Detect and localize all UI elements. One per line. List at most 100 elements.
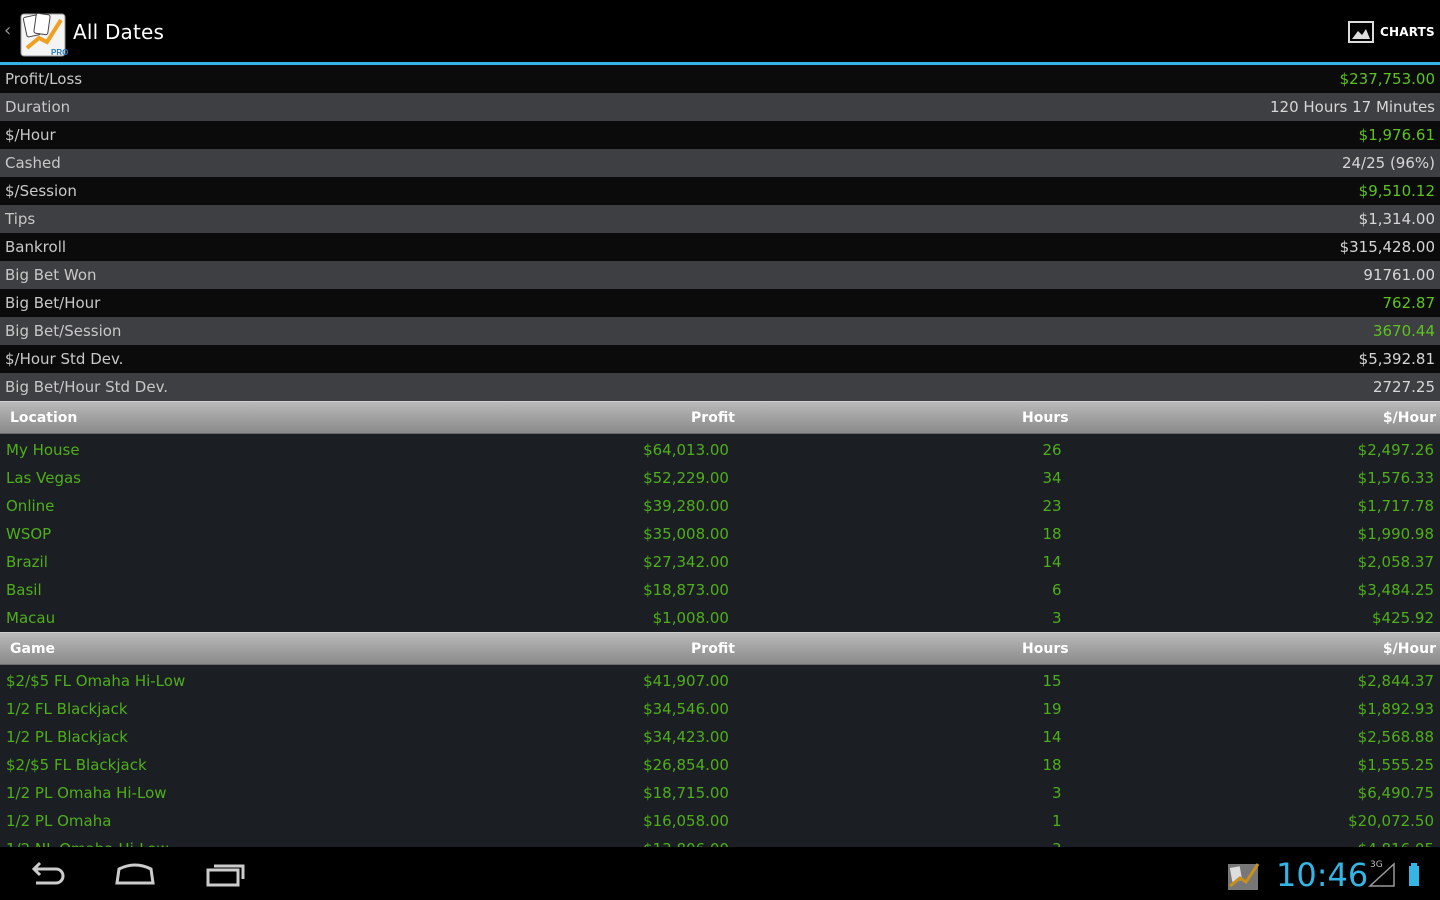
- game-table-header: Game Profit Hours $/Hour: [0, 632, 1440, 665]
- cell-hours: 1: [1052, 812, 1062, 830]
- table-row[interactable]: Online $39,280.00 23 $1,717.78: [0, 492, 1440, 520]
- table-row[interactable]: Basil $18,873.00 6 $3,484.25: [0, 576, 1440, 604]
- charts-button[interactable]: CHARTS: [1340, 10, 1440, 54]
- cell-dollar-per-hour: $3,484.25: [1357, 581, 1435, 599]
- table-row[interactable]: 1/2 NL Omaha Hi-Low$13,806.003$4,816.05: [0, 835, 1440, 847]
- stat-label: $/Hour Std Dev.: [5, 350, 124, 368]
- up-caret-icon[interactable]: ‹: [4, 22, 11, 40]
- page-title: All Dates: [73, 20, 165, 44]
- table-row[interactable]: 1/2 FL Blackjack $34,546.00 19 $1,892.93: [0, 695, 1440, 723]
- app-window: ‹ PRO All Dates CHARTS Profit/Loss $237,7…: [0, 0, 1440, 900]
- cell-name: Brazil: [6, 553, 48, 571]
- app-notification-icon[interactable]: [1226, 860, 1262, 892]
- cell-profit: $1,008.00: [652, 609, 729, 627]
- cell-dollar-per-hour: $2,568.88: [1357, 728, 1435, 746]
- app-logo-icon[interactable]: PRO: [17, 8, 69, 60]
- stat-row: Bankroll $315,428.00: [0, 233, 1440, 261]
- header-profit: Profit: [691, 409, 735, 426]
- stat-label: $/Hour: [5, 126, 56, 144]
- cell-hours: 14: [1042, 728, 1062, 746]
- cell-dollar-per-hour: $1,892.93: [1357, 700, 1435, 718]
- svg-text:PRO: PRO: [51, 48, 68, 57]
- cell-name: $2/$5 FL Blackjack: [6, 756, 147, 774]
- cell-hours: 19: [1042, 700, 1062, 718]
- cell-profit: $16,058.00: [643, 812, 729, 830]
- cell-profit: $52,229.00: [643, 469, 729, 487]
- stat-row: Profit/Loss $237,753.00: [0, 65, 1440, 93]
- stats-scroll-view[interactable]: Profit/Loss $237,753.00 Duration 120 Hours …: [0, 65, 1440, 847]
- recent-apps-icon[interactable]: [204, 859, 248, 889]
- stat-row: Tips $1,314.00: [0, 205, 1440, 233]
- picture-icon: [1348, 21, 1374, 43]
- location-table-header: Location Profit Hours $/Hour: [0, 401, 1440, 434]
- stat-label: $/Session: [5, 182, 77, 200]
- stat-row: Big Bet Won 91761.00: [0, 261, 1440, 289]
- action-bar: ‹ PRO All Dates CHARTS: [0, 0, 1440, 65]
- table-row[interactable]: 1/2 PL Omaha $16,058.00 1 $20,072.50: [0, 807, 1440, 835]
- cell-profit: $34,423.00: [643, 728, 729, 746]
- cell-hours: 23: [1042, 497, 1062, 515]
- back-icon[interactable]: [24, 859, 68, 889]
- game-table-body: $2/$5 FL Omaha Hi-Low $41,907.00 15 $2,844.…: [0, 665, 1440, 847]
- table-row[interactable]: Las Vegas $52,229.00 34 $1,576.33: [0, 464, 1440, 492]
- cell-profit: $18,715.00: [643, 784, 729, 802]
- cell-name: 1/2 FL Blackjack: [6, 700, 128, 718]
- cell-profit: $26,854.00: [643, 756, 729, 774]
- stat-row: $/Session $9,510.12: [0, 177, 1440, 205]
- cell-hours: 26: [1042, 441, 1062, 459]
- stat-label: Bankroll: [5, 238, 67, 256]
- cell-dollar-per-hour: $2,497.26: [1357, 441, 1435, 459]
- stat-label: Big Bet Won: [5, 266, 97, 284]
- cell-profit: $13,806.00: [564, 840, 729, 847]
- home-icon[interactable]: [113, 859, 157, 889]
- stat-row: Big Bet/Hour 762.87: [0, 289, 1440, 317]
- cell-dollar-per-hour: $425.92: [1371, 609, 1435, 627]
- header-hours: Hours: [1022, 409, 1069, 426]
- cell-dollar-per-hour: $2,844.37: [1357, 672, 1435, 690]
- stat-value: 91761.00: [1363, 266, 1435, 284]
- table-row[interactable]: $2/$5 FL Blackjack $26,854.00 18 $1,555.25: [0, 751, 1440, 779]
- stat-value: 2727.25: [1372, 378, 1435, 396]
- charts-label: CHARTS: [1380, 25, 1435, 39]
- cell-hours: 6: [1052, 581, 1062, 599]
- cell-profit: $41,907.00: [643, 672, 729, 690]
- cell-hours: 34: [1042, 469, 1062, 487]
- stat-value: $9,510.12: [1358, 182, 1435, 200]
- table-row[interactable]: WSOP $35,008.00 18 $1,990.98: [0, 520, 1440, 548]
- cell-dollar-per-hour: $20,072.50: [1348, 812, 1435, 830]
- table-row[interactable]: 1/2 PL Omaha Hi-Low $18,715.00 3 $6,490.75: [0, 779, 1440, 807]
- cell-dollar-per-hour: $1,555.25: [1357, 756, 1435, 774]
- stat-value: 24/25 (96%): [1341, 154, 1435, 172]
- table-row[interactable]: $2/$5 FL Omaha Hi-Low $41,907.00 15 $2,844.…: [0, 667, 1440, 695]
- header-hours: Hours: [1022, 640, 1069, 657]
- cell-name: My House: [6, 441, 80, 459]
- stat-label: Duration: [5, 98, 71, 116]
- cell-dollar-per-hour: $2,058.37: [1357, 553, 1435, 571]
- status-clock: 10:46: [1276, 856, 1369, 894]
- cell-hours: 15: [1042, 672, 1062, 690]
- cell-name: 1/2 NL Omaha Hi-Low: [0, 840, 564, 847]
- table-row[interactable]: My House $64,013.00 26 $2,497.26: [0, 436, 1440, 464]
- stat-value: $1,976.61: [1358, 126, 1435, 144]
- system-navigation-bar: [0, 847, 1440, 900]
- stat-value: 120 Hours 17 Minutes: [1269, 98, 1435, 116]
- cell-dollar-per-hour: $1,576.33: [1357, 469, 1435, 487]
- stat-label: Big Bet/Hour Std Dev.: [5, 378, 169, 396]
- cell-dollar-per-hour: $6,490.75: [1357, 784, 1435, 802]
- header-dollar-per-hour: $/Hour: [1382, 640, 1436, 657]
- table-row[interactable]: Brazil $27,342.00 14 $2,058.37: [0, 548, 1440, 576]
- table-row[interactable]: 1/2 PL Blackjack $34,423.00 14 $2,568.88: [0, 723, 1440, 751]
- cell-dollar-per-hour: $1,717.78: [1357, 497, 1435, 515]
- cell-name: Online: [6, 497, 55, 515]
- stat-value: $1,314.00: [1358, 210, 1435, 228]
- cell-hours: 18: [1042, 756, 1062, 774]
- cell-name: 1/2 PL Omaha: [6, 812, 112, 830]
- stat-label: Tips: [5, 210, 36, 228]
- summary-stats: Profit/Loss $237,753.00 Duration 120 Hours …: [0, 65, 1440, 401]
- stat-label: Big Bet/Hour: [5, 294, 101, 312]
- table-row[interactable]: Macau $1,008.00 3 $425.92: [0, 604, 1440, 632]
- header-game: Game: [10, 640, 56, 657]
- stat-value: 762.87: [1382, 294, 1436, 312]
- location-table-body: My House $64,013.00 26 $2,497.26 Las Vegas $5…: [0, 434, 1440, 632]
- cell-hours: 3: [1052, 784, 1062, 802]
